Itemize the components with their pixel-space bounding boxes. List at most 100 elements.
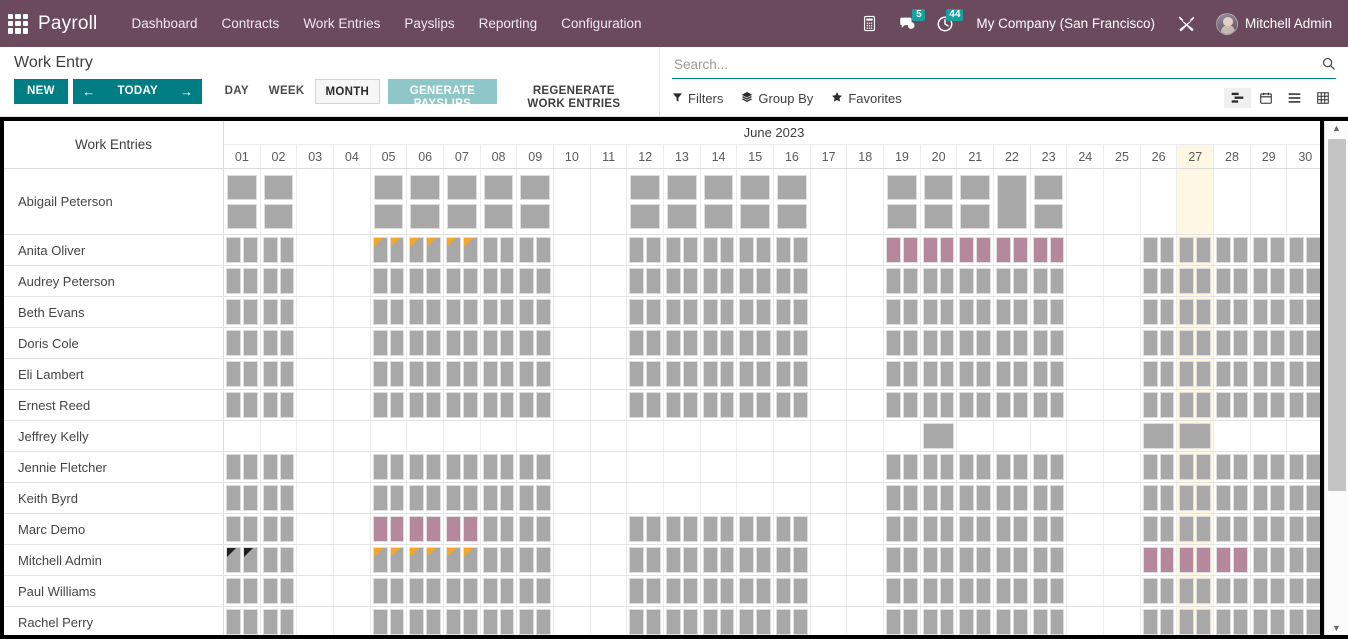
work-entry-pill[interactable] bbox=[462, 609, 478, 635]
work-entry-pill[interactable] bbox=[462, 361, 478, 387]
gantt-cell-18[interactable] bbox=[847, 359, 885, 389]
gantt-cell-05[interactable] bbox=[371, 545, 408, 575]
gantt-cell-21[interactable] bbox=[957, 235, 995, 265]
work-entry-pill[interactable] bbox=[976, 330, 992, 356]
work-entry-pill[interactable] bbox=[409, 485, 425, 511]
gantt-cell-12[interactable] bbox=[627, 545, 665, 575]
work-entry-pill[interactable] bbox=[519, 392, 535, 418]
work-entry-pill[interactable] bbox=[1232, 392, 1248, 418]
gantt-cell-17[interactable] bbox=[811, 421, 848, 451]
work-entry-pill[interactable] bbox=[996, 609, 1011, 635]
work-entry-pill[interactable] bbox=[1269, 454, 1285, 480]
gantt-day-header-11[interactable]: 11 bbox=[591, 145, 628, 168]
gantt-cell-13[interactable] bbox=[664, 452, 701, 482]
work-entry-pill[interactable] bbox=[923, 174, 954, 200]
work-entry-pill[interactable] bbox=[902, 454, 918, 480]
work-entry-pill[interactable] bbox=[1159, 268, 1175, 294]
gantt-cell-10[interactable] bbox=[554, 421, 591, 451]
gantt-cell-15[interactable] bbox=[737, 607, 775, 635]
gantt-cell-05[interactable] bbox=[371, 266, 408, 296]
work-entry-pill[interactable] bbox=[886, 330, 901, 356]
work-entry-pill[interactable] bbox=[792, 237, 808, 263]
gantt-cell-23[interactable] bbox=[1031, 576, 1068, 606]
work-entry-pill[interactable] bbox=[756, 578, 772, 604]
work-entry-pill[interactable] bbox=[1196, 299, 1212, 325]
work-entry-pill[interactable] bbox=[242, 268, 258, 294]
work-entry-pill[interactable] bbox=[389, 237, 405, 263]
gantt-cell-01[interactable] bbox=[224, 452, 261, 482]
work-entry-pill[interactable] bbox=[482, 485, 498, 511]
gantt-cell-05[interactable] bbox=[371, 576, 408, 606]
work-entry-pill[interactable] bbox=[902, 516, 918, 542]
gantt-cell-03[interactable] bbox=[297, 421, 335, 451]
gantt-cell-29[interactable] bbox=[1251, 483, 1288, 513]
work-entry-pill[interactable] bbox=[1289, 330, 1305, 356]
gantt-day-header-04[interactable]: 04 bbox=[334, 145, 371, 168]
work-entry-pill[interactable] bbox=[499, 609, 515, 635]
app-brand-payroll[interactable]: Payroll bbox=[38, 13, 97, 35]
gantt-cell-09[interactable] bbox=[517, 421, 555, 451]
gantt-cell-30[interactable] bbox=[1287, 328, 1324, 358]
gantt-cell-12[interactable] bbox=[627, 266, 665, 296]
gantt-cell-07[interactable] bbox=[444, 297, 481, 327]
work-entry-pill[interactable] bbox=[482, 392, 498, 418]
work-entry-pill[interactable] bbox=[1179, 392, 1195, 418]
gantt-cell-01[interactable] bbox=[224, 359, 261, 389]
work-entry-pill[interactable] bbox=[792, 268, 808, 294]
gantt-cell-28[interactable] bbox=[1214, 169, 1251, 234]
favorites-dropdown[interactable]: Favorites bbox=[831, 91, 902, 106]
gantt-cell-08[interactable] bbox=[481, 328, 518, 358]
work-entry-pill[interactable] bbox=[902, 392, 918, 418]
work-entry-pill[interactable] bbox=[373, 174, 404, 200]
gantt-cell-10[interactable] bbox=[554, 169, 591, 234]
work-entry-pill[interactable] bbox=[242, 454, 258, 480]
work-entry-pill[interactable] bbox=[739, 330, 755, 356]
work-entry-pill[interactable] bbox=[646, 578, 662, 604]
gantt-cell-26[interactable] bbox=[1141, 607, 1178, 635]
gantt-cell-08[interactable] bbox=[481, 235, 518, 265]
work-entry-pill[interactable] bbox=[1032, 237, 1048, 263]
work-entry-pill[interactable] bbox=[482, 516, 498, 542]
work-entry-pill[interactable] bbox=[226, 547, 241, 573]
work-entry-pill[interactable] bbox=[226, 578, 241, 604]
work-entry-pill[interactable] bbox=[922, 485, 938, 511]
gantt-cell-20[interactable] bbox=[921, 421, 958, 451]
gantt-cell-01[interactable] bbox=[224, 328, 261, 358]
gantt-cell-24[interactable] bbox=[1067, 297, 1105, 327]
gantt-cell-11[interactable] bbox=[591, 297, 628, 327]
work-entry-pill[interactable] bbox=[1179, 330, 1195, 356]
gantt-cell-14[interactable] bbox=[701, 576, 738, 606]
gantt-cell-04[interactable] bbox=[334, 390, 371, 420]
work-entry-pill[interactable] bbox=[536, 485, 552, 511]
work-entry-pill[interactable] bbox=[519, 578, 535, 604]
gantt-cell-29[interactable] bbox=[1251, 576, 1288, 606]
work-entry-pill[interactable] bbox=[682, 361, 698, 387]
work-entry-pill[interactable] bbox=[536, 609, 552, 635]
gantt-cell-27[interactable] bbox=[1177, 235, 1215, 265]
work-entry-pill[interactable] bbox=[1232, 237, 1248, 263]
work-entry-pill[interactable] bbox=[499, 299, 515, 325]
gantt-cell-26[interactable] bbox=[1141, 545, 1178, 575]
work-entry-pill[interactable] bbox=[499, 237, 515, 263]
work-entry-pill[interactable] bbox=[939, 299, 955, 325]
work-entry-pill[interactable] bbox=[702, 392, 718, 418]
gantt-cell-16[interactable] bbox=[774, 266, 811, 296]
work-entry-pill[interactable] bbox=[886, 361, 901, 387]
gantt-cell-05[interactable] bbox=[371, 483, 408, 513]
gantt-cell-21[interactable] bbox=[957, 266, 995, 296]
work-entry-pill[interactable] bbox=[1159, 578, 1175, 604]
work-entry-pill[interactable] bbox=[447, 203, 477, 229]
work-entry-pill[interactable] bbox=[922, 299, 938, 325]
gantt-day-header-02[interactable]: 02 bbox=[261, 145, 298, 168]
work-entry-pill[interactable] bbox=[996, 237, 1011, 263]
work-entry-pill[interactable] bbox=[1012, 330, 1028, 356]
vertical-scrollbar[interactable]: ▲ ▼ bbox=[1324, 121, 1348, 635]
gantt-cell-10[interactable] bbox=[554, 514, 591, 544]
work-entry-pill[interactable] bbox=[426, 454, 442, 480]
gantt-cell-24[interactable] bbox=[1067, 169, 1105, 234]
gantt-cell-09[interactable] bbox=[517, 266, 555, 296]
work-entry-pill[interactable] bbox=[1142, 361, 1158, 387]
gantt-cell-21[interactable] bbox=[957, 297, 995, 327]
work-entry-pill[interactable] bbox=[792, 361, 808, 387]
work-entry-pill[interactable] bbox=[226, 485, 241, 511]
